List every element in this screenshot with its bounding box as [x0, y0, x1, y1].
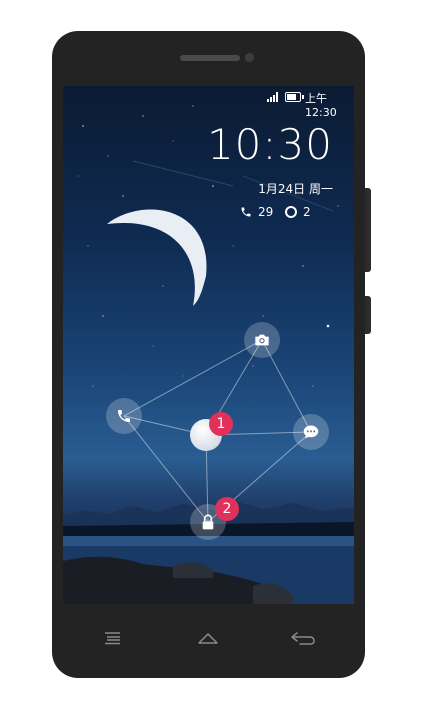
front-camera — [245, 53, 254, 62]
speaker-grille — [180, 55, 240, 61]
phone-shortcut[interactable] — [106, 398, 142, 434]
home-icon — [198, 633, 218, 644]
camera-icon — [255, 334, 269, 346]
menu-button[interactable] — [98, 626, 126, 650]
pattern-badge-2: 2 — [215, 497, 239, 521]
volume-button — [365, 188, 371, 272]
pattern-badge-1: 1 — [209, 412, 233, 436]
back-button[interactable] — [289, 626, 317, 650]
home-button[interactable] — [194, 626, 222, 650]
navigation-bar — [52, 604, 365, 678]
lock-screen: 上午12:30 10:30 1月24日 周一 29 2 1 2 — [63, 86, 354, 604]
power-button — [365, 296, 371, 334]
back-icon — [291, 632, 315, 645]
lock-icon — [202, 514, 214, 530]
message-shortcut[interactable] — [293, 414, 329, 450]
phone-icon — [118, 410, 130, 422]
menu-icon — [105, 632, 120, 645]
message-icon — [303, 425, 319, 439]
camera-shortcut[interactable] — [244, 322, 280, 358]
